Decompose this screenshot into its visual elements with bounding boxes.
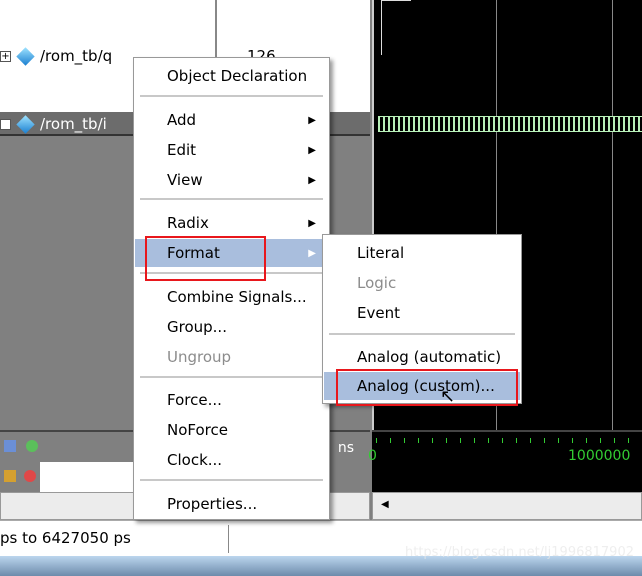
signal-row-q[interactable]: + /rom_tb/q (0, 46, 113, 66)
submenu-arrow-icon: ▶ (308, 114, 316, 126)
menu-separator (140, 479, 323, 481)
delete-cursor-icon[interactable] (24, 470, 36, 482)
ruler-tick (446, 438, 447, 443)
ruler-tick (404, 438, 405, 443)
ruler-tick (628, 438, 629, 443)
submenu-item-label: Event (357, 304, 400, 322)
ruler-tick (460, 438, 461, 443)
menu-item-add[interactable]: Add ▶ (135, 106, 328, 134)
ruler-tick (586, 438, 587, 443)
submenu-item-label: Logic (357, 274, 397, 292)
context-menu: Object Declaration Add ▶ Edit ▶ View ▶ Radix ▶ Fo… (133, 57, 330, 520)
expand-icon[interactable]: + (0, 50, 11, 62)
menu-item-noforce[interactable]: NoForce (135, 416, 328, 444)
submenu-arrow-icon: ▶ (308, 144, 316, 156)
signal-diamond-icon (16, 46, 35, 66)
mouse-cursor-icon: ↖ (440, 386, 456, 407)
ruler-tick (600, 438, 601, 443)
signal-name: /rom_tb/i (40, 115, 107, 133)
ruler-tick (544, 438, 545, 443)
menu-item-label: Ungroup (167, 348, 232, 366)
cursor-row (372, 462, 642, 492)
submenu-item-label: Literal (357, 244, 405, 262)
wave-pane-scrollbar[interactable]: ◀ (372, 492, 642, 520)
ruler-tick (614, 438, 615, 443)
menu-item-label: Force... (167, 391, 222, 409)
ruler-tick (418, 438, 419, 443)
menu-separator (140, 376, 323, 378)
ruler-tick (432, 438, 433, 443)
menu-separator (329, 333, 515, 335)
menu-item-label: Radix (167, 214, 209, 232)
expand-icon[interactable]: + (0, 118, 11, 130)
submenu-arrow-icon: ▶ (308, 217, 316, 229)
ruler-tick (376, 438, 377, 443)
ruler-tick (390, 438, 391, 443)
menu-item-edit[interactable]: Edit ▶ (135, 136, 328, 164)
menu-item-radix[interactable]: Radix ▶ (135, 209, 328, 237)
watermark: https://blog.csdn.net/lj1996817902 (405, 545, 634, 560)
menu-item-properties[interactable]: Properties... (135, 490, 328, 518)
signal-diamond-icon (16, 114, 35, 134)
ruler-tick (502, 438, 503, 443)
now-unit: ns (337, 440, 354, 456)
menu-item-clock[interactable]: Clock... (135, 446, 328, 474)
menu-item-label: Combine Signals... (167, 288, 307, 306)
annotation-box-analog-custom (336, 369, 518, 406)
waveform-q (381, 0, 411, 55)
menu-item-ungroup: Ungroup (135, 343, 328, 371)
toolbar-icon[interactable] (4, 440, 16, 452)
waveform-i (378, 116, 642, 132)
ruler-tick (488, 438, 489, 443)
menu-item-combine-signals[interactable]: Combine Signals... (135, 283, 328, 311)
menu-item-label: Object Declaration (167, 67, 308, 85)
signal-name: /rom_tb/q (40, 47, 113, 65)
submenu-item-label: Analog (automatic) (357, 348, 502, 366)
ruler-tick (516, 438, 517, 443)
menu-item-label: Properties... (167, 495, 258, 513)
menu-item-label: Edit (167, 141, 197, 159)
add-cursor-icon[interactable] (26, 440, 38, 452)
grid-line (612, 0, 613, 430)
ruler-tick (572, 438, 573, 443)
ruler-tick (530, 438, 531, 443)
menu-item-view[interactable]: View ▶ (135, 166, 328, 194)
submenu-item-literal[interactable]: Literal (324, 239, 520, 267)
submenu-item-event[interactable]: Event (324, 299, 520, 327)
menu-item-label: Group... (167, 318, 227, 336)
lock-icon[interactable] (4, 470, 16, 482)
submenu-item-analog-automatic[interactable]: Analog (automatic) (324, 343, 520, 371)
ruler-tick (558, 438, 559, 443)
time-ruler: 0 1000000 (368, 430, 642, 464)
menu-item-force[interactable]: Force... (135, 386, 328, 414)
menu-item-group[interactable]: Group... (135, 313, 328, 341)
menu-item-object-declaration[interactable]: Object Declaration (135, 62, 328, 90)
menu-item-label: NoForce (167, 421, 228, 439)
status-range: ps to 6427050 ps (0, 529, 131, 547)
scroll-left-icon[interactable]: ◀ (381, 499, 389, 510)
submenu-arrow-icon: ▶ (308, 174, 316, 186)
menu-separator (140, 95, 323, 97)
submenu-item-logic: Logic (324, 269, 520, 297)
menu-item-label: View (167, 171, 203, 189)
menu-item-label: Add (167, 111, 197, 129)
menu-separator (140, 198, 323, 200)
annotation-box-format (145, 236, 266, 281)
submenu-arrow-icon: ▶ (308, 247, 316, 259)
ruler-tick (474, 438, 475, 443)
menu-item-label: Clock... (167, 451, 223, 469)
